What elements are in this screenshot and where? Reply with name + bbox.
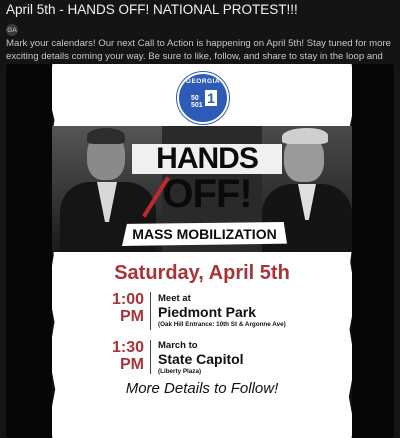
seal-number: 50 501 xyxy=(191,95,203,109)
event1-place: Piedmont Park xyxy=(158,304,257,320)
event2-time: 1:30 PM xyxy=(111,339,144,373)
seal-state-name: GEORGIA xyxy=(185,78,221,85)
event1-lead: Meet at xyxy=(158,293,191,304)
event-date: Saturday, April 5th xyxy=(114,262,290,284)
event2-lead: March to xyxy=(158,340,198,351)
protest-poster-image[interactable]: GEORGIA 50 501 1 HANDS OFF! MASS MOBILIZA… xyxy=(52,64,352,438)
subheadline: MASS MOBILIZATION xyxy=(122,222,287,246)
media-panel[interactable]: GEORGIA 50 501 1 HANDS OFF! MASS MOBILIZA… xyxy=(6,64,394,438)
event2-place: State Capitol xyxy=(158,351,244,367)
poster-footer: More Details to Follow! xyxy=(125,380,279,397)
headline-hands: HANDS xyxy=(132,144,282,174)
event1-divider xyxy=(150,292,151,330)
event2-divider xyxy=(150,340,151,374)
author-row[interactable]: GA xyxy=(6,24,18,36)
post-title: April 5th - HANDS OFF! NATIONAL PROTEST!… xyxy=(6,2,298,17)
event1-time: 1:00 PM xyxy=(111,291,144,325)
georgia-50501-seal-logo: GEORGIA 50 501 1 xyxy=(177,72,229,124)
author-avatar[interactable]: GA xyxy=(6,24,18,36)
event2-detail: (Liberty Plaza) xyxy=(158,368,202,375)
event1-detail: (Oak Hill Entrance: 10th St & Argonne Av… xyxy=(158,321,286,328)
seal-one-glyph: 1 xyxy=(205,90,217,106)
